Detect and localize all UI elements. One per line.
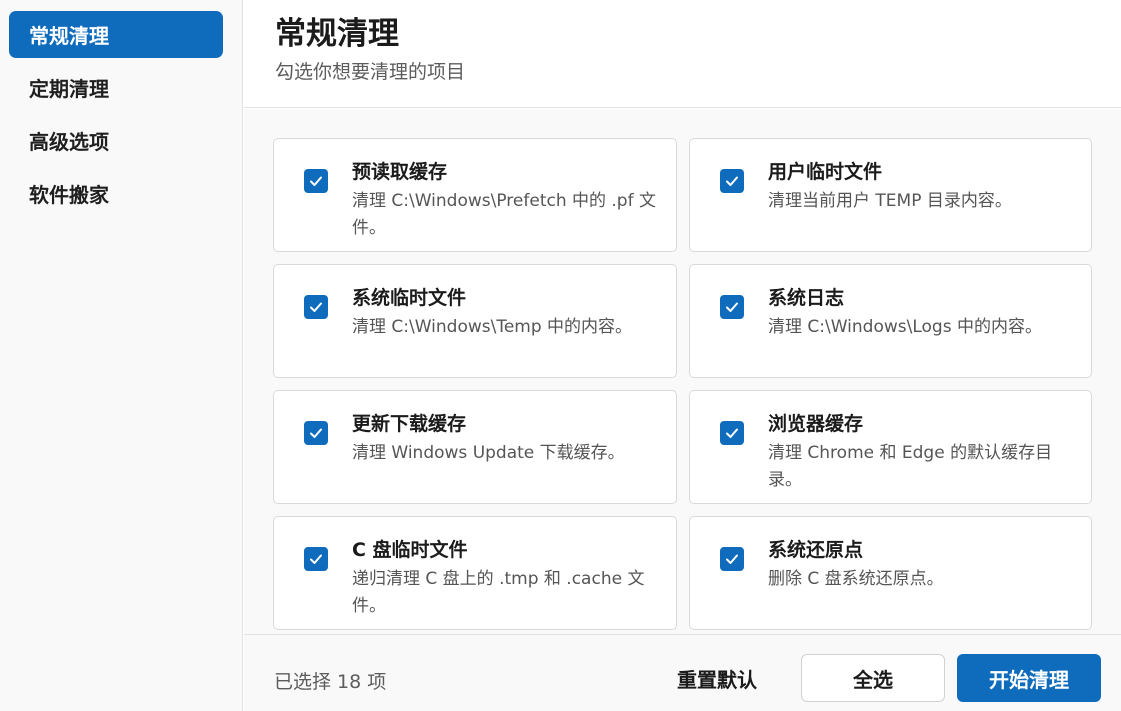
checkmark-icon: [726, 428, 738, 438]
clean-option-card-system-temp[interactable]: 系统临时文件 清理 C:\Windows\Temp 中的内容。: [273, 264, 677, 378]
clean-option-card-update-cache[interactable]: 更新下载缓存 清理 Windows Update 下载缓存。: [273, 390, 677, 504]
checkbox-prefetch[interactable]: [304, 169, 328, 193]
card-title: C 盘临时文件: [352, 539, 468, 561]
clean-option-card-browser-cache[interactable]: 浏览器缓存 清理 Chrome 和 Edge 的默认缓存目录。: [689, 390, 1092, 504]
reset-defaults-button[interactable]: 重置默认: [662, 654, 772, 702]
clean-options-grid: 预读取缓存 清理 C:\Windows\Prefetch 中的 .pf 文件。 …: [273, 138, 1092, 630]
card-title: 系统临时文件: [352, 287, 467, 309]
card-description: 清理 Chrome 和 Edge 的默认缓存目录。: [768, 443, 1053, 490]
checkmark-icon: [726, 302, 738, 312]
card-description: 清理 C:\Windows\Logs 中的内容。: [768, 317, 1042, 337]
sidebar-item-regular-clean[interactable]: 常规清理: [9, 11, 223, 58]
checkbox-update-cache[interactable]: [304, 421, 328, 445]
checkbox-user-temp[interactable]: [720, 169, 744, 193]
card-description: 清理当前用户 TEMP 目录内容。: [768, 191, 1012, 211]
checkmark-icon: [310, 428, 322, 438]
page-title: 常规清理: [275, 16, 399, 52]
card-description: 清理 C:\Windows\Prefetch 中的 .pf 文件。: [352, 191, 656, 238]
checkmark-icon: [310, 302, 322, 312]
checkmark-icon: [310, 176, 322, 186]
card-title: 预读取缓存: [352, 161, 448, 183]
select-all-button[interactable]: 全选: [801, 654, 945, 702]
card-description: 清理 C:\Windows\Temp 中的内容。: [352, 317, 633, 337]
sidebar: 常规清理 定期清理 高级选项 软件搬家: [0, 0, 243, 711]
checkbox-system-temp[interactable]: [304, 295, 328, 319]
card-title: 系统还原点: [768, 539, 864, 561]
clean-option-card-c-drive-temp[interactable]: C 盘临时文件 递归清理 C 盘上的 .tmp 和 .cache 文件。: [273, 516, 677, 630]
checkmark-icon: [726, 176, 738, 186]
card-description: 删除 C 盘系统还原点。: [768, 569, 944, 589]
selected-count: 已选择 18 项: [274, 671, 387, 693]
card-title: 用户临时文件: [768, 161, 883, 183]
checkbox-restore-points[interactable]: [720, 547, 744, 571]
clean-option-card-prefetch[interactable]: 预读取缓存 清理 C:\Windows\Prefetch 中的 .pf 文件。: [273, 138, 677, 252]
checkbox-browser-cache[interactable]: [720, 421, 744, 445]
checkmark-icon: [310, 554, 322, 564]
card-description: 清理 Windows Update 下载缓存。: [352, 443, 625, 463]
page-header: 常规清理 勾选你想要清理的项目: [244, 0, 1121, 108]
clean-options-panel: 预读取缓存 清理 C:\Windows\Prefetch 中的 .pf 文件。 …: [244, 109, 1121, 634]
start-clean-button[interactable]: 开始清理: [957, 654, 1101, 702]
action-bar: 已选择 18 项 重置默认 全选 开始清理: [244, 634, 1121, 711]
clean-option-card-restore-points[interactable]: 系统还原点 删除 C 盘系统还原点。: [689, 516, 1092, 630]
clean-option-card-user-temp[interactable]: 用户临时文件 清理当前用户 TEMP 目录内容。: [689, 138, 1092, 252]
checkmark-icon: [726, 554, 738, 564]
sidebar-item-advanced-options[interactable]: 高级选项: [9, 117, 223, 164]
page-subtitle: 勾选你想要清理的项目: [275, 61, 466, 83]
card-description: 递归清理 C 盘上的 .tmp 和 .cache 文件。: [352, 569, 645, 616]
sidebar-item-scheduled-clean[interactable]: 定期清理: [9, 64, 223, 111]
card-title: 浏览器缓存: [768, 413, 864, 435]
card-title: 系统日志: [768, 287, 845, 309]
sidebar-item-software-migration[interactable]: 软件搬家: [9, 170, 223, 217]
card-title: 更新下载缓存: [352, 413, 467, 435]
checkbox-c-drive-temp[interactable]: [304, 547, 328, 571]
checkbox-system-logs[interactable]: [720, 295, 744, 319]
clean-option-card-system-logs[interactable]: 系统日志 清理 C:\Windows\Logs 中的内容。: [689, 264, 1092, 378]
